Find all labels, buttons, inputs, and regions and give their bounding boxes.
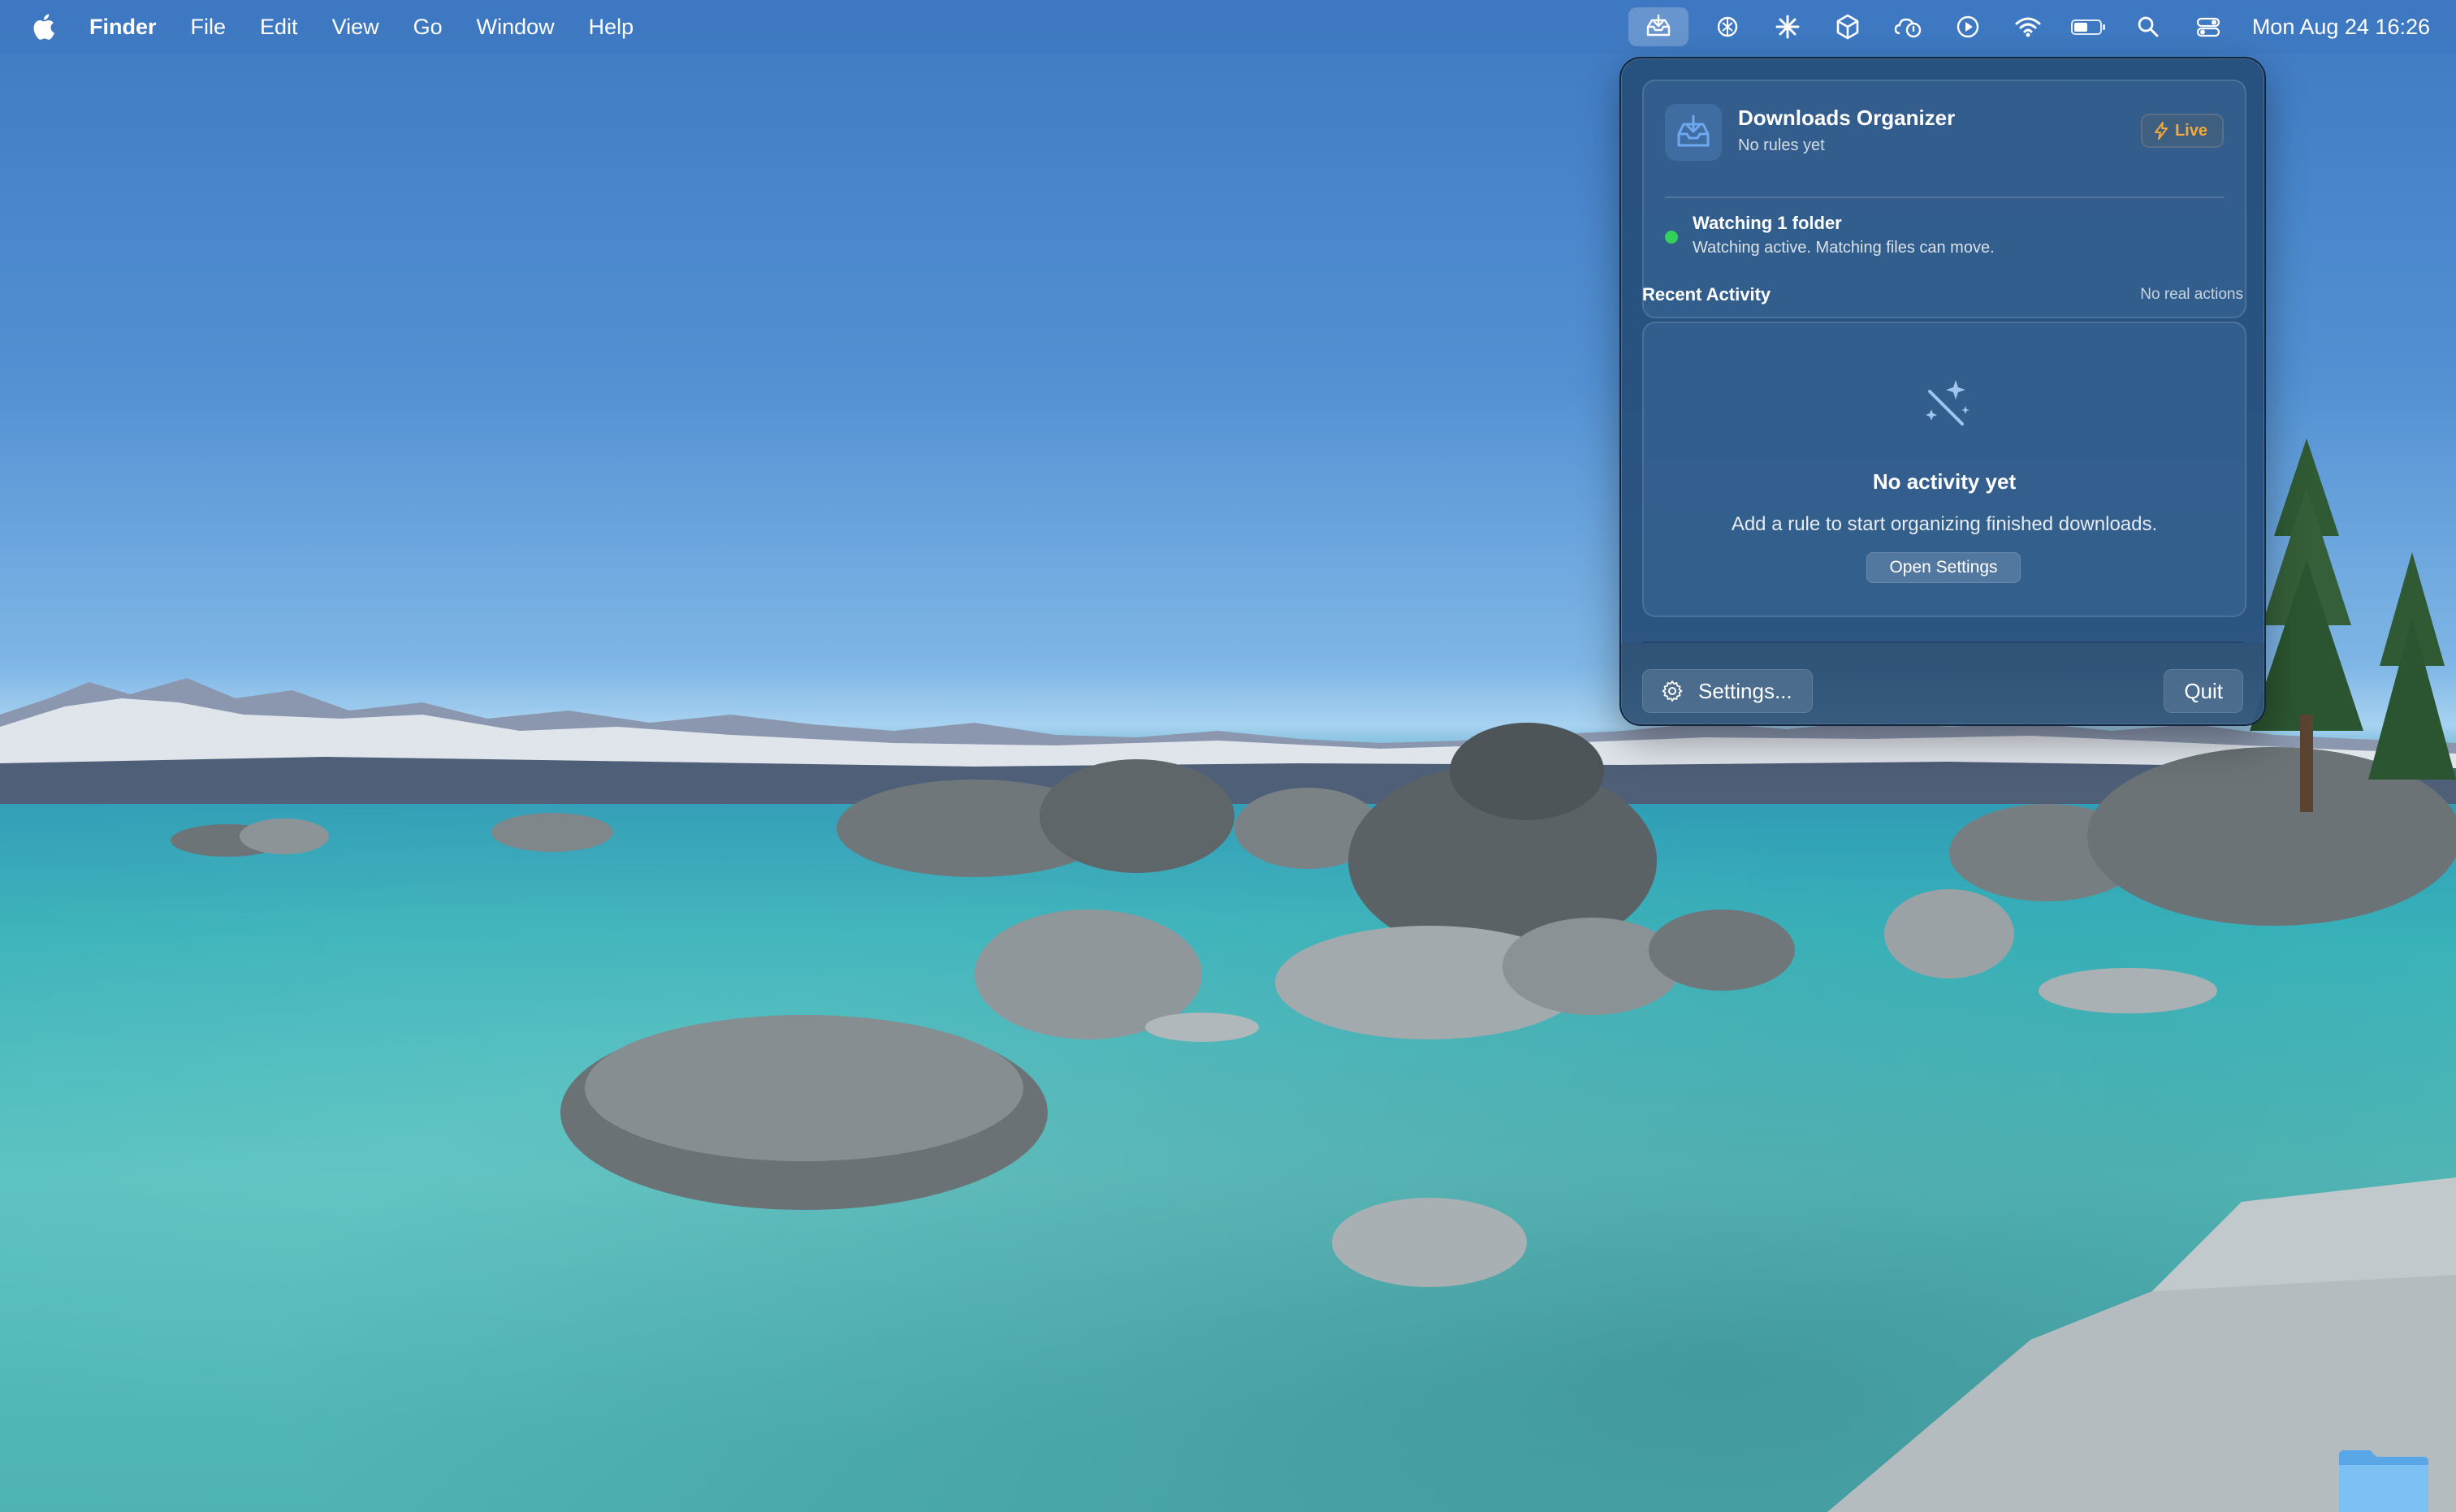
settings-button-label: Settings... xyxy=(1698,678,1792,703)
menu-help[interactable]: Help xyxy=(589,15,634,40)
menu-go[interactable]: Go xyxy=(413,15,443,40)
recent-activity-note: No real actions xyxy=(2140,286,2243,303)
menu-bar-clock[interactable]: Mon Aug 24 16:26 xyxy=(2252,15,2430,40)
gear-icon xyxy=(1662,680,1683,702)
menu-app-finder[interactable]: Finder xyxy=(89,15,157,40)
live-status-badge: Live xyxy=(2140,114,2224,148)
chatgpt-icon[interactable] xyxy=(1706,7,1749,46)
battery-icon[interactable] xyxy=(2067,7,2109,46)
app-status-card: Downloads Organizer No rules yet Live Wa… xyxy=(1642,80,2246,318)
card-divider xyxy=(1665,197,2224,198)
empty-state-detail: Add a rule to start organizing finished … xyxy=(1731,513,2158,535)
downloads-organizer-icon[interactable] xyxy=(1628,7,1688,46)
bolt-icon xyxy=(2154,122,2168,140)
watching-title: Watching 1 folder xyxy=(1693,213,1842,233)
empty-state-title: No activity yet xyxy=(1872,469,2017,494)
play-icon[interactable] xyxy=(1947,7,1989,46)
downloads-organizer-popover: Downloads Organizer No rules yet Live Wa… xyxy=(1619,57,2266,726)
claude-icon[interactable] xyxy=(1766,7,1809,46)
recent-activity-empty-state: No activity yet Add a rule to start orga… xyxy=(1642,322,2246,617)
wifi-icon[interactable] xyxy=(2007,7,2049,46)
menu-file[interactable]: File xyxy=(191,15,227,40)
spotlight-search-icon[interactable] xyxy=(2127,7,2169,46)
app-title: Downloads Organizer xyxy=(1738,106,1956,130)
menu-view[interactable]: View xyxy=(332,15,379,40)
desktop-folder-icon[interactable] xyxy=(2336,1447,2432,1512)
quit-button[interactable]: Quit xyxy=(2164,669,2243,713)
control-center-icon[interactable] xyxy=(2187,7,2229,46)
watching-status-dot xyxy=(1665,231,1678,244)
open-settings-button[interactable]: Open Settings xyxy=(1866,552,2021,583)
wallpaper-rocks xyxy=(171,723,2456,1512)
apple-menu-icon[interactable] xyxy=(31,13,55,41)
magic-wand-icon xyxy=(1926,380,1970,426)
recent-activity-heading: Recent Activity xyxy=(1642,284,1771,305)
app-subtitle: No rules yet xyxy=(1738,136,1825,154)
watching-detail: Watching active. Matching files can move… xyxy=(1693,239,1995,257)
live-badge-label: Live xyxy=(2174,121,2207,140)
cloud-status-icon[interactable] xyxy=(1887,7,1929,46)
popover-footer: Settings... Quit xyxy=(1621,643,2264,724)
quit-button-label: Quit xyxy=(2184,678,2223,703)
app-icon xyxy=(1665,104,1722,161)
menu-edit[interactable]: Edit xyxy=(260,15,298,40)
unity-icon[interactable] xyxy=(1827,7,1869,46)
tray-download-icon xyxy=(1677,114,1710,147)
settings-button[interactable]: Settings... xyxy=(1642,669,1813,713)
menu-window[interactable]: Window xyxy=(477,15,555,40)
menu-bar: Finder File Edit View Go Window Help Mon… xyxy=(0,0,2456,54)
